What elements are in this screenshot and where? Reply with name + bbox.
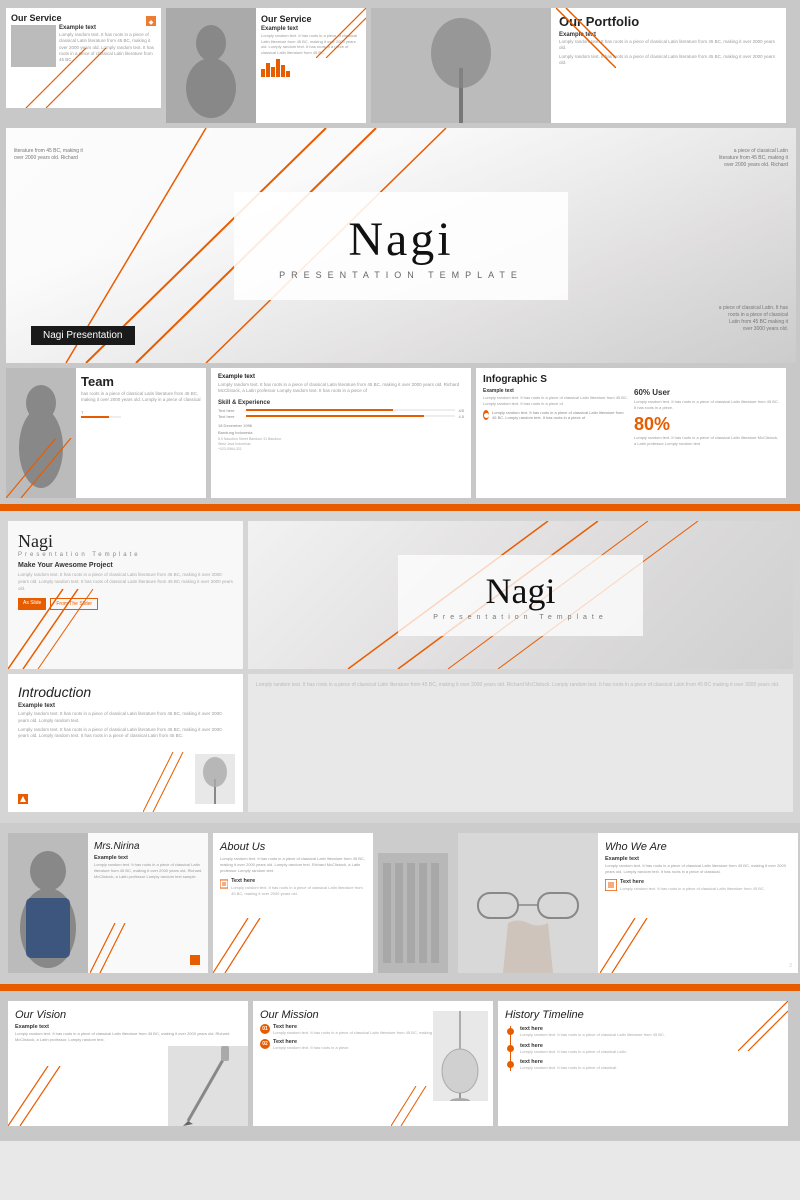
slide-title: Our Service: [11, 13, 156, 23]
cv-example-label: Example text: [218, 374, 464, 380]
orange-lines-nirina: [90, 923, 130, 973]
intro-body: Lomply random text. It has roots in a pi…: [18, 711, 233, 725]
team-title: Team: [81, 374, 201, 389]
about-icon: [220, 878, 228, 890]
orange-lines-slide1: [6, 48, 161, 108]
gallery-row-6: Our Vision Example text Lomply random te…: [8, 1001, 792, 1126]
orange-lines-nagi-small: [8, 589, 98, 669]
tree-photo: [195, 754, 235, 804]
gallery-section-4: Our Vision Example text Lomply random te…: [0, 991, 800, 1141]
slide-our-portfolio[interactable]: Our Portfolio Example text Lomply random…: [371, 8, 786, 123]
right-peek-text: a piece of classical Latin literature fr…: [718, 148, 788, 169]
right-bottom-text: a piece of classical Latin. It has roots…: [718, 305, 788, 333]
infographic-title: Infographic S: [483, 374, 779, 385]
slide-infographic[interactable]: Infographic S Example text Lomply random…: [476, 368, 786, 498]
orange-lines-team: [6, 438, 86, 498]
percent-60: 60% User: [634, 388, 779, 397]
gallery-row-3: Nagi Presentation Template Make Your Awe…: [8, 521, 792, 669]
presenter-name-bar: Nagi Presentation: [31, 326, 135, 345]
orange-lines-slide2: [316, 8, 366, 58]
portfolio-photo: [371, 8, 551, 123]
nagi-wide-subtitle: Presentation Template: [433, 614, 608, 621]
wide-spacer: Lomply random text. It has roots in a pi…: [248, 674, 793, 812]
nirina-name: Mrs.Nirina: [94, 841, 202, 852]
vision-photo: [168, 1046, 248, 1126]
example-label: Example text: [59, 25, 156, 31]
slide-nagi-small[interactable]: Nagi Presentation Template Make Your Awe…: [8, 521, 243, 669]
slide-about-us[interactable]: About Us Lomply random text. It has root…: [213, 833, 453, 973]
slide-our-vision[interactable]: Our Vision Example text Lomply random te…: [8, 1001, 248, 1126]
slide-cv[interactable]: Example text Lomply random text. It has …: [211, 368, 471, 498]
history-body-3: Lomply random text. It has roots in a pi…: [520, 1065, 781, 1071]
hero-subtitle: Presentation Template: [279, 270, 523, 280]
mission-photo: [433, 1011, 488, 1101]
nagi-wide-content: Nagi Presentation Template: [398, 555, 643, 636]
nirina-photo: [8, 833, 88, 973]
hero-slide[interactable]: Nagi Presentation Template Nagi Presenta…: [6, 128, 796, 363]
intro-example: Example text: [18, 703, 233, 709]
nagi-small-subtitle: Presentation Template: [18, 552, 233, 558]
who-text-here: Text here: [620, 879, 765, 885]
gallery-row-5: Mrs.Nirina Example text Lomply random te…: [8, 833, 792, 973]
who-text-body: Lomply random text. It has roots in a pi…: [620, 886, 765, 892]
skill-label: Skill & Experience: [218, 400, 464, 406]
vision-body: Lomply random text. It has roots in a pi…: [15, 1031, 241, 1043]
orange-lines-mission: [391, 1086, 431, 1126]
orange-divider-1: [0, 504, 800, 511]
slide-our-mission[interactable]: Our Mission 01 Text here Lomply random t…: [253, 1001, 493, 1126]
nirina-example: Example text: [94, 855, 202, 861]
left-peek-text: literature from 45 BC, making it over 20…: [14, 148, 84, 162]
orange-sq-nirina: [190, 955, 200, 965]
infographic-body: Lomply random text. It has roots in a pi…: [483, 395, 628, 406]
intro-body-2: Lomply random text. It has roots in a pi…: [18, 727, 233, 741]
gallery-section-2: Nagi Presentation Template Make Your Awe…: [0, 511, 800, 823]
svg-text:◆: ◆: [149, 20, 154, 26]
orange-divider-2: [0, 984, 800, 991]
nirina-body: Lomply random text. It has roots in a pi…: [94, 862, 202, 880]
infographic-example: Example text: [483, 388, 628, 394]
slide-our-service-2[interactable]: Our Service Example text Lomply random t…: [166, 8, 366, 123]
gallery-row-1: Our Service Example text Lomply random t…: [6, 8, 794, 123]
slide-nagi-wide[interactable]: Nagi Presentation Template: [248, 521, 793, 669]
about-photo: [373, 833, 453, 973]
who-title: Who We Are: [605, 841, 791, 853]
who-icon: [605, 879, 617, 891]
orange-lines-history: [738, 1001, 788, 1051]
orange-lines-portfolio: [556, 8, 616, 68]
gallery-row-2: Team has roots in a piece of classical L…: [6, 368, 794, 498]
team-body: has roots in a piece of classical Latin …: [81, 391, 201, 404]
slide-team[interactable]: Team has roots in a piece of classical L…: [6, 368, 206, 498]
nagi-wide-title: Nagi: [433, 570, 608, 612]
who-photo: [458, 833, 598, 973]
intro-title: Introduction: [18, 684, 233, 700]
percent-80: 80%: [634, 414, 779, 435]
orange-lines-intro: [143, 752, 193, 812]
about-text-body: Lomply random text. It has roots in a pi…: [231, 885, 366, 896]
about-text-here: Text here: [231, 878, 366, 884]
icon-top-right: ◆: [146, 13, 156, 23]
nagi-tagline: Make Your Awesome Project: [18, 562, 233, 569]
hero-title-box: Nagi Presentation Template: [234, 192, 568, 300]
mission-body-2: Lomply random text. It has roots in a pi…: [273, 1045, 349, 1051]
slide-nirina[interactable]: Mrs.Nirina Example text Lomply random te…: [8, 833, 208, 973]
gallery-row-4: Introduction Example text Lomply random …: [8, 674, 792, 812]
about-title: About Us: [220, 841, 366, 853]
nagi-small-title: Nagi: [18, 531, 233, 552]
slide-introduction[interactable]: Introduction Example text Lomply random …: [8, 674, 243, 812]
hero-title: Nagi: [279, 212, 523, 267]
orange-sq-intro: [18, 794, 28, 804]
gallery-section-top: Our Service Example text Lomply random t…: [0, 0, 800, 504]
slide-who-we-are[interactable]: Who We Are Example text Lomply random te…: [458, 833, 798, 973]
gallery-section-3: Mrs.Nirina Example text Lomply random te…: [0, 823, 800, 984]
slide-people-photo: [166, 8, 256, 123]
slide-history-timeline[interactable]: History Timeline text here Lomply random…: [498, 1001, 788, 1126]
about-body: Lomply random text. It has roots in a pi…: [220, 856, 366, 874]
who-body: Lomply random text. It has roots in a pi…: [605, 863, 791, 875]
cv-body: Lomply random text. It has roots in a pi…: [218, 382, 464, 395]
orange-lines-vision: [8, 1066, 68, 1126]
vision-title: Our Vision: [15, 1009, 241, 1021]
who-example: Example text: [605, 856, 791, 862]
vision-example: Example text: [15, 1024, 241, 1030]
slide-our-service-1[interactable]: Our Service Example text Lomply random t…: [6, 8, 161, 108]
